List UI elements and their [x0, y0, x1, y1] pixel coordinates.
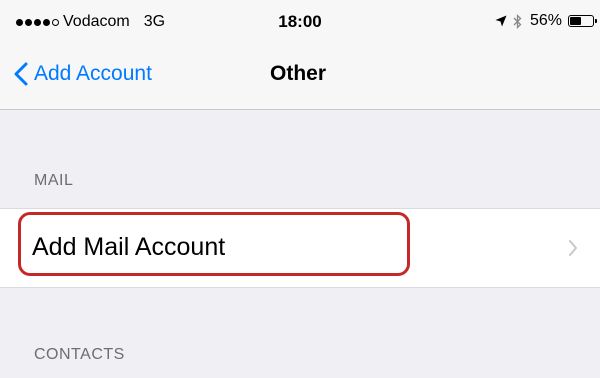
chevron-left-icon: [14, 62, 28, 86]
add-mail-account-label: Add Mail Account: [32, 233, 226, 261]
battery-percentage: 56%: [529, 12, 562, 29]
battery-icon: [568, 15, 597, 27]
page-title: Other: [270, 62, 327, 85]
battery-fill: [570, 17, 581, 25]
battery-tip: [595, 19, 597, 23]
section-header-mail: MAIL: [34, 172, 74, 189]
add-mail-account-row[interactable]: Add Mail Account: [0, 208, 600, 288]
chevron-right-icon: [568, 239, 578, 257]
status-right: 56%: [495, 12, 597, 30]
navigation-bar: Add Account Other: [0, 40, 600, 110]
location-arrow-icon: [495, 15, 507, 27]
back-button[interactable]: Add Account: [14, 62, 152, 86]
bluetooth-icon: [513, 13, 522, 29]
section-header-contacts: CONTACTS: [34, 346, 125, 363]
status-bar: Vodacom 3G 18:00 56%: [0, 0, 600, 40]
back-button-label: Add Account: [34, 62, 152, 85]
settings-screen: Vodacom 3G 18:00 56% Add Account Other M…: [0, 0, 600, 378]
